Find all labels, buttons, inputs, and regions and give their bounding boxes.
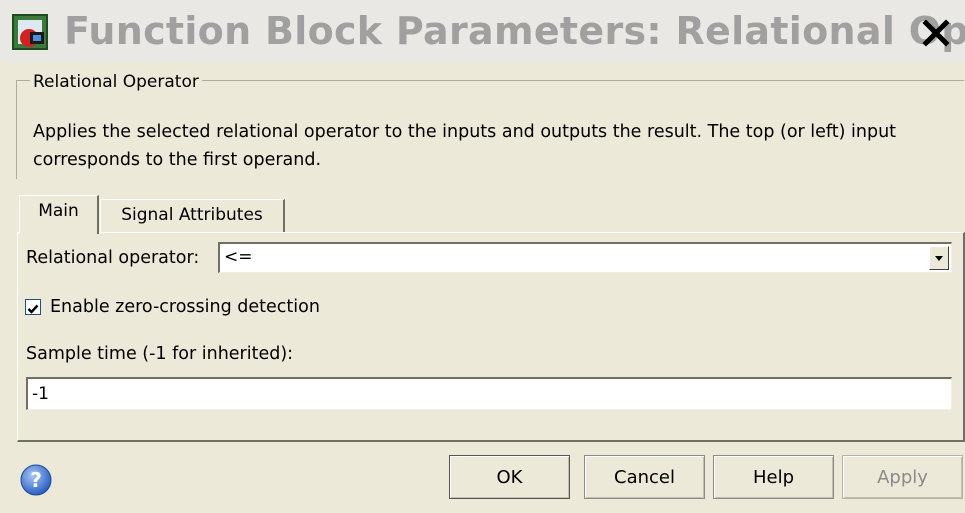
title-bar: Function Block Parameters: Relational Op… <box>0 0 965 62</box>
close-button[interactable] <box>918 15 954 51</box>
operator-value: <= <box>224 247 253 267</box>
help-question-icon[interactable]: ? <box>20 464 52 496</box>
block-description: Applies the selected relational operator… <box>33 118 953 174</box>
help-button[interactable]: Help <box>713 455 834 499</box>
description-line-1: Applies the selected relational operator… <box>33 122 897 142</box>
group-title: Relational Operator <box>30 72 202 92</box>
window-title: Function Block Parameters: Relational Op… <box>64 9 965 53</box>
tab-main[interactable]: Main <box>19 195 99 234</box>
description-line-2: corresponds to the first operand. <box>33 150 322 170</box>
apply-button[interactable]: Apply <box>842 455 963 499</box>
simulink-block-icon <box>12 14 48 50</box>
sample-time-label: Sample time (-1 for inherited): <box>26 344 294 364</box>
svg-text:?: ? <box>30 468 42 492</box>
ok-button[interactable]: OK <box>449 455 570 499</box>
zero-crossing-label[interactable]: Enable zero-crossing detection <box>50 296 320 318</box>
sample-time-value: -1 <box>32 384 49 404</box>
chevron-down-icon <box>935 256 943 261</box>
operator-label: Relational operator: <box>26 248 200 268</box>
checkmark-icon <box>27 304 39 314</box>
zero-crossing-checkbox[interactable] <box>25 299 41 315</box>
sample-time-input[interactable]: -1 <box>26 377 952 410</box>
close-icon <box>922 19 950 47</box>
tab-signal-attributes[interactable]: Signal Attributes <box>100 199 285 233</box>
dropdown-button[interactable] <box>929 246 949 270</box>
operator-dropdown[interactable]: <= <box>218 242 952 273</box>
cancel-button[interactable]: Cancel <box>584 455 705 499</box>
